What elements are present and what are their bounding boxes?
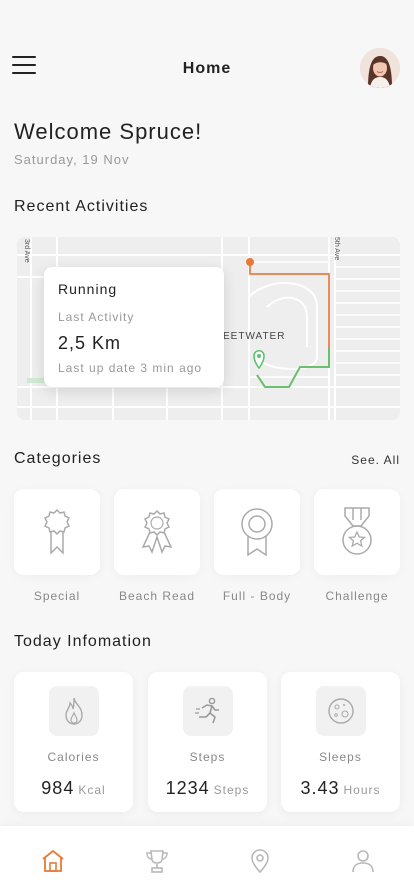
category-beach-read[interactable]: Beach Read	[114, 489, 200, 609]
badge-ribbon-icon	[141, 509, 173, 554]
steps-unit: Steps	[213, 783, 250, 797]
category-card[interactable]	[314, 489, 400, 575]
steps-icon-box	[183, 686, 233, 736]
moon-icon	[328, 698, 354, 724]
categories-title: Categories	[14, 450, 102, 467]
info-value: 984 Kcal	[14, 778, 133, 799]
top-bar: Home	[0, 44, 414, 94]
sleeps-icon-box	[316, 686, 366, 736]
nav-location[interactable]	[245, 846, 275, 876]
category-card[interactable]	[114, 489, 200, 575]
profile-icon	[352, 850, 374, 873]
activity-subtitle: Last Activity	[58, 310, 135, 324]
category-label: Beach Read	[118, 589, 196, 603]
flame-icon	[65, 697, 83, 725]
street-label-left: 3rd Ave	[23, 239, 30, 263]
activity-distance: 2,5 Km	[58, 333, 122, 353]
sleeps-card[interactable]: Sleeps 3.43 Hours	[281, 672, 400, 812]
calories-unit: Kcal	[78, 783, 106, 797]
award-ribbon-icon	[43, 508, 71, 555]
sleeps-value: 3.43	[300, 778, 340, 798]
info-label: Steps	[189, 750, 226, 764]
sleeps-unit: Hours	[343, 783, 381, 797]
avatar[interactable]	[360, 48, 400, 88]
calories-card[interactable]: Calories 984 Kcal	[14, 672, 133, 812]
info-label: Sleeps	[319, 750, 362, 764]
route-start-marker	[246, 258, 254, 266]
category-full-body[interactable]: Full - Body	[214, 489, 300, 609]
info-value: 1234 Steps	[148, 778, 267, 799]
recent-activities-title: Recent Activities	[14, 198, 149, 215]
location-pin-icon	[251, 849, 269, 874]
home-icon	[42, 850, 64, 872]
trophy-icon	[146, 850, 168, 873]
today-info-title: Today Infomation	[14, 633, 152, 650]
category-label: Full - Body	[222, 589, 292, 603]
info-value: 3.43 Hours	[281, 778, 400, 799]
category-special[interactable]: Special	[14, 489, 100, 609]
nav-profile[interactable]	[348, 846, 378, 876]
category-card[interactable]	[214, 489, 300, 575]
category-label: Special	[33, 589, 81, 603]
activity-updated: Last up date 3 min ago	[58, 361, 203, 375]
bottom-navigation	[0, 826, 414, 896]
nav-achievements[interactable]	[142, 846, 172, 876]
category-challenge[interactable]: Challenge	[314, 489, 400, 609]
street-label-right: 5th Ave	[333, 237, 340, 260]
medal-ribbon-icon	[241, 508, 273, 557]
category-label: Challenge	[325, 589, 389, 603]
home-screen: Home Welcome Spruce! Saturday, 19 Nov Re…	[0, 0, 414, 896]
map-area-label: EETWATER	[223, 331, 285, 342]
activity-title: Running	[58, 281, 118, 297]
category-card[interactable]	[14, 489, 100, 575]
steps-value: 1234	[165, 778, 210, 798]
welcome-heading: Welcome Spruce!	[14, 119, 203, 144]
calories-value: 984	[41, 778, 75, 798]
runner-icon	[195, 697, 219, 724]
current-date: Saturday, 19 Nov	[14, 152, 130, 167]
info-label: Calories	[47, 750, 100, 764]
calories-icon-box	[49, 686, 99, 736]
steps-card[interactable]: Steps 1234 Steps	[148, 672, 267, 812]
see-all-link[interactable]: See. All	[351, 453, 400, 467]
page-title: Home	[182, 60, 232, 77]
recent-activity-card[interactable]: Running Last Activity 2,5 Km Last up dat…	[44, 267, 224, 387]
nav-home[interactable]	[38, 846, 68, 876]
star-medal-icon	[342, 507, 372, 555]
